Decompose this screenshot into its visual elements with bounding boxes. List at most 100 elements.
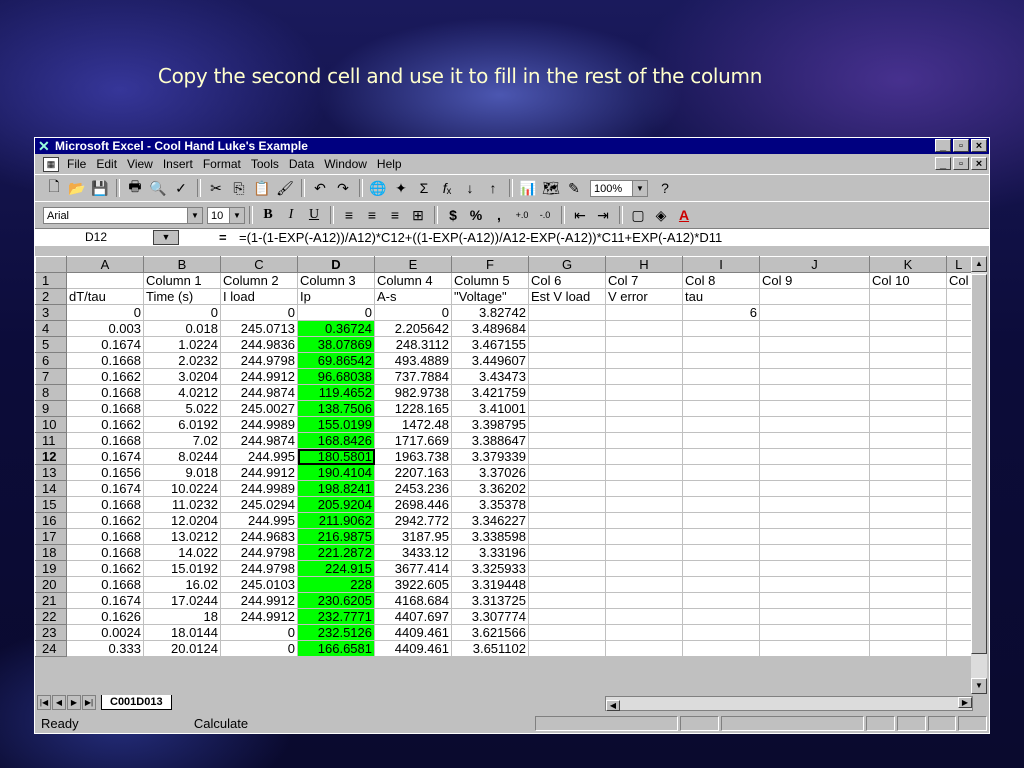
row-header[interactable]: 3 [35,304,67,321]
cell-d14[interactable]: 198.8241 [297,480,375,497]
cell-a22[interactable]: 0.1626 [66,608,144,625]
cell-i21[interactable] [682,592,760,609]
cell-e23[interactable]: 4409.461 [374,624,452,641]
cell-j4[interactable] [759,320,870,337]
drawing-icon[interactable]: ✎ [563,178,585,198]
cell-g20[interactable] [528,576,606,593]
row-header[interactable]: 12 [35,448,67,465]
cell-a2[interactable]: dT/tau [66,288,144,305]
align-right-icon[interactable]: ≡ [384,205,406,225]
cell-f7[interactable]: 3.43473 [451,368,529,385]
row-header[interactable]: 6 [35,352,67,369]
cell-l14[interactable] [946,480,972,497]
next-sheet-icon[interactable]: ▶ [67,695,81,710]
cell-i5[interactable] [682,336,760,353]
row-header[interactable]: 14 [35,480,67,497]
cell-e21[interactable]: 4168.684 [374,592,452,609]
menu-help[interactable]: Help [377,157,402,171]
cell-c24[interactable]: 0 [220,640,298,657]
cell-h15[interactable] [605,496,683,513]
cell-c8[interactable]: 244.9874 [220,384,298,401]
column-header-h[interactable]: H [605,256,683,273]
cell-f13[interactable]: 3.37026 [451,464,529,481]
cell-f14[interactable]: 3.36202 [451,480,529,497]
cell-d21[interactable]: 230.6205 [297,592,375,609]
cell-h17[interactable] [605,528,683,545]
cell-b8[interactable]: 4.0212 [143,384,221,401]
cell-k14[interactable] [869,480,947,497]
cell-j1[interactable]: Col 9 [759,272,870,289]
cell-e19[interactable]: 3677.414 [374,560,452,577]
cell-e8[interactable]: 982.9738 [374,384,452,401]
row-header[interactable]: 10 [35,416,67,433]
cell-i8[interactable] [682,384,760,401]
cell-h9[interactable] [605,400,683,417]
cell-i22[interactable] [682,608,760,625]
restore-button[interactable]: ▫ [953,139,969,152]
doc-close-button[interactable]: × [971,157,987,170]
cell-h10[interactable] [605,416,683,433]
cell-b21[interactable]: 17.0244 [143,592,221,609]
cell-a23[interactable]: 0.0024 [66,624,144,641]
sheet-tab[interactable]: C001D013 [101,695,172,710]
cell-i12[interactable] [682,448,760,465]
first-sheet-icon[interactable]: |◀ [37,695,51,710]
cell-d10[interactable]: 155.0199 [297,416,375,433]
menu-file[interactable]: File [67,157,86,171]
scroll-down-icon[interactable]: ▼ [971,678,987,694]
document-icon[interactable]: ▦ [43,156,59,172]
cell-e17[interactable]: 3187.95 [374,528,452,545]
cell-b19[interactable]: 15.0192 [143,560,221,577]
cell-i2[interactable]: tau [682,288,760,305]
cell-k9[interactable] [869,400,947,417]
cell-g18[interactable] [528,544,606,561]
cell-h4[interactable] [605,320,683,337]
cell-i9[interactable] [682,400,760,417]
cell-j22[interactable] [759,608,870,625]
cell-h23[interactable] [605,624,683,641]
cell-l15[interactable] [946,496,972,513]
cell-h11[interactable] [605,432,683,449]
cell-g17[interactable] [528,528,606,545]
cell-c4[interactable]: 245.0713 [220,320,298,337]
cell-g19[interactable] [528,560,606,577]
cell-g11[interactable] [528,432,606,449]
menu-view[interactable]: View [127,157,153,171]
cell-g8[interactable] [528,384,606,401]
cell-h3[interactable] [605,304,683,321]
row-header[interactable]: 5 [35,336,67,353]
cell-i23[interactable] [682,624,760,641]
cell-a5[interactable]: 0.1674 [66,336,144,353]
hyperlink-icon[interactable]: 🌐 [367,178,389,198]
cell-f21[interactable]: 3.313725 [451,592,529,609]
cell-b2[interactable]: Time (s) [143,288,221,305]
cell-f15[interactable]: 3.35378 [451,496,529,513]
cell-b16[interactable]: 12.0204 [143,512,221,529]
menu-insert[interactable]: Insert [163,157,193,171]
cell-k4[interactable] [869,320,947,337]
cell-e4[interactable]: 2.205642 [374,320,452,337]
cell-h20[interactable] [605,576,683,593]
cell-c15[interactable]: 245.0294 [220,496,298,513]
cell-l1[interactable]: Col [946,272,972,289]
cell-l2[interactable] [946,288,972,305]
percent-icon[interactable]: % [465,205,487,225]
cell-l22[interactable] [946,608,972,625]
menu-window[interactable]: Window [324,157,367,171]
cell-g9[interactable] [528,400,606,417]
cell-e2[interactable]: A-s [374,288,452,305]
cell-b9[interactable]: 5.022 [143,400,221,417]
format-painter-icon[interactable]: 🖌 [274,178,296,198]
cell-l9[interactable] [946,400,972,417]
currency-icon[interactable]: $ [442,205,464,225]
cell-j14[interactable] [759,480,870,497]
cell-a12[interactable]: 0.1674 [66,448,144,465]
cell-e3[interactable]: 0 [374,304,452,321]
cell-e1[interactable]: Column 4 [374,272,452,289]
redo-icon[interactable]: ↷ [332,178,354,198]
cell-d1[interactable]: Column 3 [297,272,375,289]
cell-e14[interactable]: 2453.236 [374,480,452,497]
underline-icon[interactable]: U [303,205,325,225]
row-header[interactable]: 23 [35,624,67,641]
cell-i1[interactable]: Col 8 [682,272,760,289]
